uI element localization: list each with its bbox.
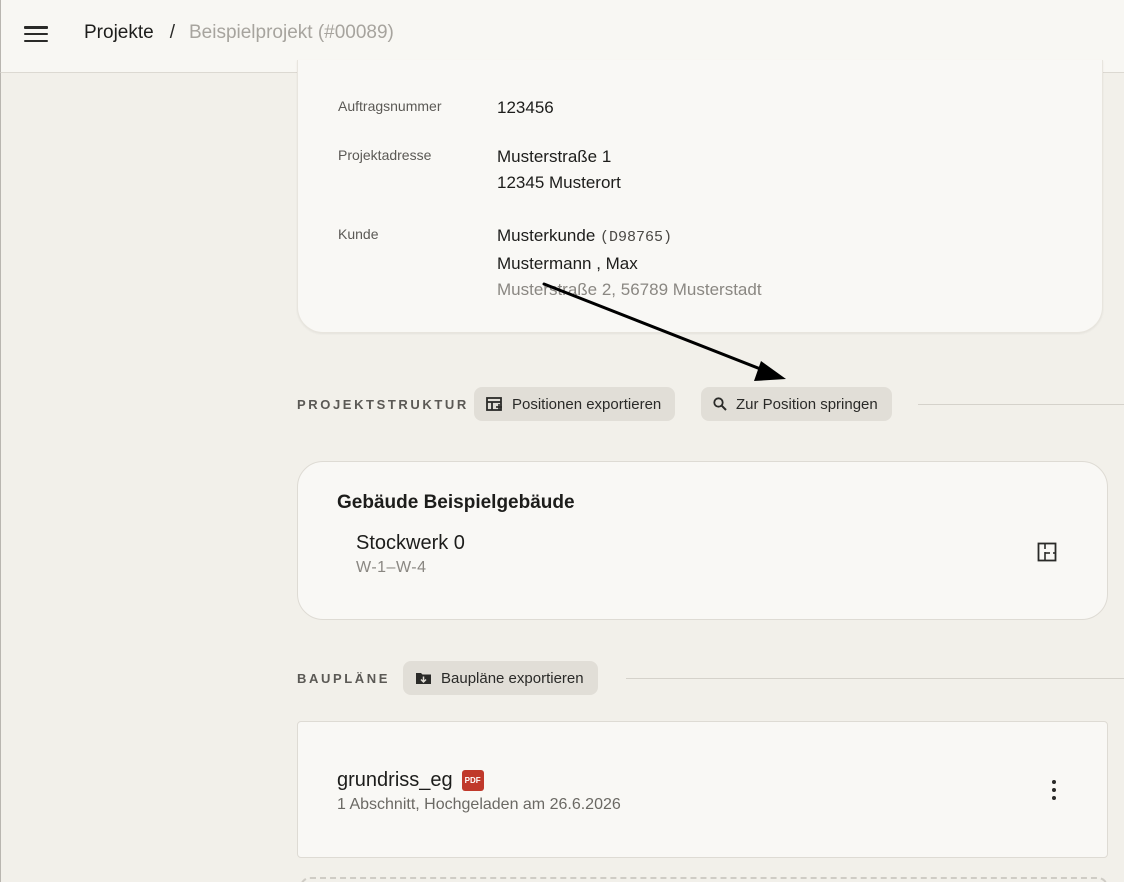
export-plans-button[interactable]: Baupläne exportieren (403, 661, 598, 695)
plan-subtitle: 1 Abschnitt, Hochgeladen am 26.6.2026 (337, 796, 621, 813)
customer-label: Kunde (338, 226, 379, 242)
export-positions-label: Positionen exportieren (512, 395, 662, 413)
floor-range: W-1–W-4 (356, 559, 427, 576)
table-export-icon (486, 396, 502, 411)
customer-address: Musterstraße 2, 56789 Musterstadt (497, 280, 762, 299)
menu-icon[interactable] (23, 23, 49, 45)
more-options-icon[interactable] (1048, 780, 1060, 800)
order-number-label: Auftragsnummer (338, 98, 442, 114)
project-address-value: Musterstraße 1 12345 Musterort (497, 144, 621, 196)
breadcrumb: Projekte / Beispielprojekt (#00089) (84, 22, 394, 44)
address-line-1: Musterstraße 1 (497, 147, 612, 166)
address-line-2: 12345 Musterort (497, 173, 621, 192)
export-positions-button[interactable]: Positionen exportieren (474, 387, 676, 421)
pdf-icon: PDF (461, 770, 484, 791)
customer-name: Musterkunde (497, 226, 596, 245)
sidebar-border (0, 73, 1, 882)
customer-value: Musterkunde (D98765) Mustermann , Max Mu… (497, 223, 762, 303)
order-number-row: Auftragsnummer 123456 (338, 95, 554, 121)
structure-divider (918, 404, 1124, 405)
building-card: Gebäude Beispielgebäude Stockwerk 0 W-1–… (297, 461, 1108, 620)
breadcrumb-projects-link[interactable]: Projekte (84, 22, 154, 44)
customer-row: Kunde Musterkunde (D98765) Mustermann , … (338, 223, 762, 303)
project-structure-heading: PROJEKTSTRUKTUR (297, 397, 469, 412)
folder-export-icon (416, 673, 431, 684)
export-plans-label: Baupläne exportieren (441, 669, 584, 687)
search-icon (713, 397, 727, 411)
project-info-card: Auftragsnummer 123456 Projektadresse Mus… (297, 60, 1103, 333)
project-address-row: Projektadresse Musterstraße 1 12345 Must… (338, 144, 621, 196)
plan-item[interactable]: grundriss_eg PDF 1 Abschnitt, Hochgelade… (297, 721, 1108, 858)
plans-divider (626, 678, 1124, 679)
plan-title: grundriss_eg PDF (337, 769, 484, 792)
upload-drop-zone[interactable] (300, 877, 1108, 882)
project-address-label: Projektadresse (338, 147, 432, 163)
jump-to-position-label: Zur Position springen (736, 395, 878, 413)
breadcrumb-current: Beispielprojekt (#00089) (188, 22, 394, 43)
jump-to-position-button[interactable]: Zur Position springen (701, 387, 892, 421)
plan-name: grundriss_eg (337, 769, 453, 791)
customer-contact: Mustermann , Max (497, 254, 638, 273)
building-plans-heading: BAUPLÄNE (297, 671, 391, 686)
building-title: Gebäude Beispielgebäude (337, 492, 575, 513)
order-number-value: 123456 (497, 98, 554, 117)
floor-name[interactable]: Stockwerk 0 (356, 532, 465, 555)
floorplan-icon[interactable] (1037, 542, 1057, 562)
customer-id: (D98765) (600, 229, 673, 246)
breadcrumb-separator: / (169, 22, 175, 43)
